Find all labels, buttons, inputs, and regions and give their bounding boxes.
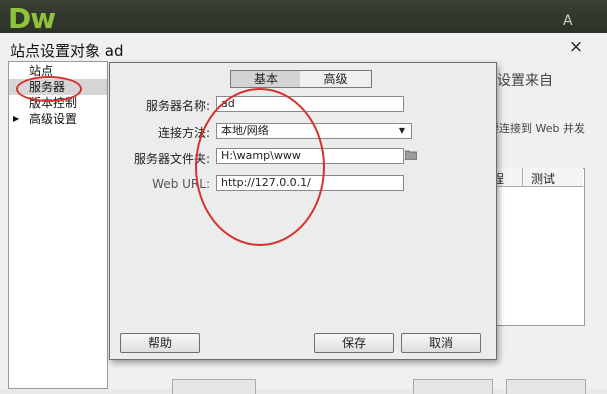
adobe-icon: A xyxy=(563,13,573,29)
sidebar-item-site[interactable]: 站点 xyxy=(9,63,107,79)
server-folder-label: 服务器文件夹: xyxy=(133,152,210,166)
dialog-title: 站点设置对象 ad xyxy=(10,42,124,60)
partial-button[interactable] xyxy=(506,379,586,394)
sidebar-item-label: 服务器 xyxy=(29,80,66,94)
sidebar-item-version-control[interactable]: 版本控制 xyxy=(9,95,107,111)
panel-description-2: 要连接到 Web 并发 xyxy=(488,122,585,135)
column-divider xyxy=(522,168,523,186)
panel-description: 设置来自 xyxy=(497,73,553,89)
expand-arrow-icon[interactable]: ▶ xyxy=(13,111,19,127)
app-title-bar xyxy=(0,0,607,33)
tab-advanced[interactable]: 高级 xyxy=(300,70,372,88)
site-sidebar: 站点 服务器 版本控制 ▶ 高级设置 xyxy=(8,61,108,389)
connect-method-select[interactable]: 本地/网络 xyxy=(216,123,412,139)
web-url-label: Web URL: xyxy=(152,177,210,191)
close-icon[interactable]: × xyxy=(567,38,585,56)
column-header[interactable]: 测试 xyxy=(531,170,555,187)
tab-basic[interactable]: 基本 xyxy=(230,70,302,88)
sidebar-item-label: 版本控制 xyxy=(29,96,78,110)
partial-button[interactable] xyxy=(172,379,256,394)
server-folder-input[interactable]: H:\wamp\www xyxy=(216,148,404,164)
sidebar-item-servers[interactable]: 服务器 xyxy=(9,79,107,95)
sidebar-item-label: 站点 xyxy=(29,64,54,78)
chevron-down-icon[interactable]: ▼ xyxy=(396,125,408,137)
help-button[interactable]: 帮助 xyxy=(120,333,200,353)
connect-method-label: 连接方法: xyxy=(157,126,210,140)
sidebar-item-label: 高级设置 xyxy=(29,112,78,126)
dreamweaver-logo: Dw xyxy=(8,2,56,35)
server-name-label: 服务器名称: xyxy=(145,99,210,113)
web-url-input[interactable]: http://127.0.0.1/ xyxy=(216,175,404,191)
folder-icon[interactable] xyxy=(405,150,417,160)
server-name-input[interactable]: ad xyxy=(216,96,404,112)
server-list-table[interactable] xyxy=(483,168,585,326)
cancel-button[interactable]: 取消 xyxy=(401,333,481,353)
save-button[interactable]: 保存 xyxy=(314,333,394,353)
partial-button[interactable] xyxy=(413,379,493,394)
sidebar-item-advanced[interactable]: ▶ 高级设置 xyxy=(9,111,107,127)
